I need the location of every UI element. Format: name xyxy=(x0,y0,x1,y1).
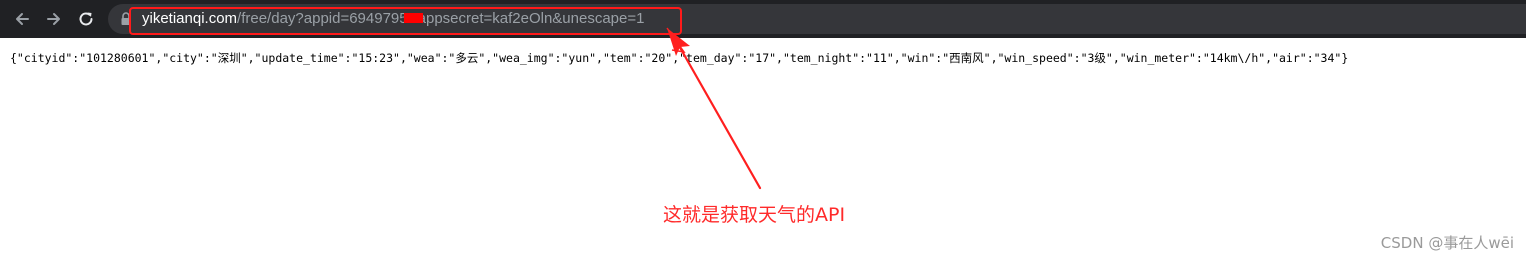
url-highlight-box xyxy=(129,7,682,35)
forward-arrow-icon xyxy=(47,13,60,25)
reload-button[interactable] xyxy=(74,7,98,31)
back-arrow-icon xyxy=(16,13,29,25)
json-response-text: {"cityid":"101280601","city":"深圳","updat… xyxy=(10,51,1349,65)
back-button[interactable] xyxy=(10,7,34,31)
watermark: CSDN @事在人wēi xyxy=(1380,234,1514,252)
reload-icon xyxy=(79,12,93,26)
annotation-label: 这就是获取天气的API xyxy=(663,204,846,226)
forward-button[interactable] xyxy=(42,7,66,31)
